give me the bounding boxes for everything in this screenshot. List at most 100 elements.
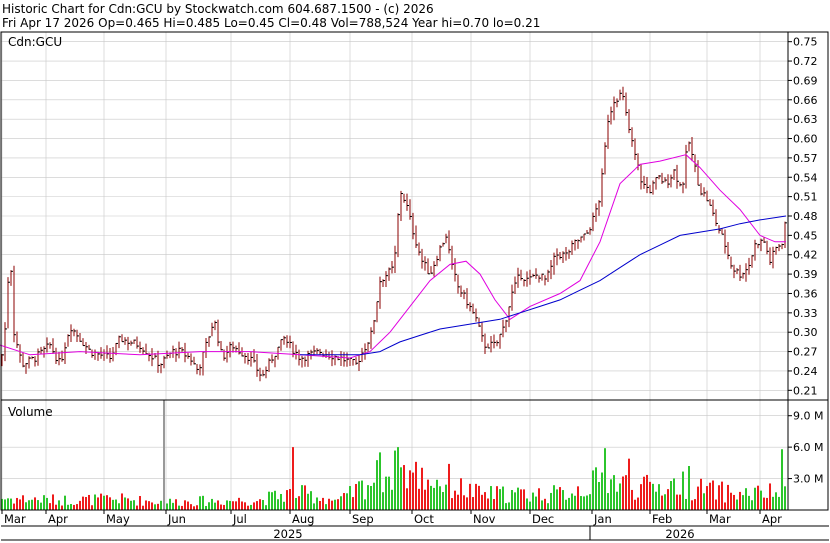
volume-bar [70, 504, 72, 510]
volume-bar [271, 492, 273, 510]
volume-bar [553, 485, 555, 510]
volume-bar [370, 485, 372, 510]
volume-bar [328, 498, 330, 510]
volume-bar [703, 493, 705, 510]
volume-bar [640, 484, 642, 510]
volume-bar [748, 495, 750, 510]
volume-bar [58, 500, 60, 510]
volume-bar [283, 501, 285, 510]
volume-bar [781, 449, 783, 510]
volume-bar [610, 479, 612, 510]
volume-bar [586, 495, 588, 510]
volume-bar [115, 499, 117, 510]
volume-bar [325, 504, 327, 510]
volume-bar [151, 502, 153, 510]
volume-bar [247, 505, 249, 510]
volume-bar [574, 495, 576, 510]
volume-bar [547, 503, 549, 510]
volume-bar [241, 501, 243, 510]
volume-bar [388, 476, 390, 510]
volume-bar [565, 499, 567, 510]
month-axis: Mar Apr May Jun Jul Aug Sep Oct Nov Dec Jan Feb Mar A… [1, 510, 782, 526]
volume-bar [76, 504, 78, 510]
volume-bar [319, 500, 321, 510]
volume-bar [259, 499, 261, 510]
volume-bar [121, 493, 123, 510]
volume-bar [439, 486, 441, 510]
volume-bar [25, 502, 27, 510]
volume-bar [139, 496, 141, 510]
volume-bar [544, 498, 546, 510]
volume-bar [517, 487, 519, 510]
volume-bar [541, 500, 543, 510]
price-tick-label: 0.42 [793, 249, 818, 262]
month-label: Mar [4, 512, 26, 526]
volume-bar [472, 497, 474, 510]
volume-bar [46, 497, 48, 510]
volume-bar [595, 467, 597, 510]
volume-bar [22, 495, 24, 510]
price-tick-label: 0.54 [793, 171, 818, 184]
volume-bar [130, 500, 132, 510]
volume-bar [592, 470, 594, 510]
volume-bar [166, 503, 168, 510]
volume-bar [649, 481, 651, 510]
month-label: Oct [414, 512, 434, 526]
volume-bar [415, 461, 417, 510]
volume-bar [772, 496, 774, 510]
volume-bar [67, 504, 69, 510]
month-label: Jan [593, 512, 612, 526]
volume-bar [223, 504, 225, 510]
volume-bar [601, 472, 603, 510]
volume-bar [52, 494, 54, 510]
volume-bar [634, 499, 636, 510]
volume-bar [724, 502, 726, 510]
volume-tick-label: 6.0 M [793, 441, 823, 454]
volume-bar [583, 496, 585, 510]
volume-bar [568, 497, 570, 510]
volume-bar [226, 500, 228, 510]
volume-bars [1, 400, 786, 510]
volume-bar [448, 463, 450, 510]
moving-average-long-line [300, 215, 787, 356]
volume-bar [529, 501, 531, 510]
volume-bar [502, 486, 504, 510]
volume-bar [532, 492, 534, 510]
volume-bar [496, 486, 498, 510]
volume-bar [652, 483, 654, 510]
volume-bar [196, 505, 198, 510]
price-tick-label: 0.66 [793, 94, 818, 107]
volume-bar [379, 452, 381, 510]
volume-bar [127, 498, 129, 510]
volume-bar [337, 499, 339, 510]
volume-bar [598, 482, 600, 510]
volume-bar [289, 489, 291, 510]
volume-bar [49, 503, 51, 510]
volume-bar [451, 498, 453, 510]
volume-bar [589, 494, 591, 510]
volume-bar [616, 491, 618, 510]
volume-bar [715, 499, 717, 510]
volume-bar [358, 481, 360, 510]
price-tick-label: 0.24 [793, 365, 818, 378]
volume-bar [754, 487, 756, 510]
volume-bar [475, 483, 477, 510]
month-label: Sep [352, 512, 374, 526]
volume-bar [265, 505, 267, 510]
volume-bar [685, 498, 687, 510]
chart-title: Historic Chart for Cdn:GCU by Stockwatch… [2, 2, 434, 16]
volume-bar [334, 499, 336, 510]
volume-bar [436, 479, 438, 510]
volume-bar [706, 486, 708, 510]
volume-bar [613, 475, 615, 510]
volume-bar [376, 460, 378, 510]
volume-bar [94, 494, 96, 510]
volume-bar [55, 504, 57, 510]
volume-bar [487, 498, 489, 510]
volume-bar [478, 485, 480, 510]
volume-bar [262, 499, 264, 510]
volume-bar [373, 482, 375, 510]
volume-bar [238, 497, 240, 510]
volume-bar [136, 505, 138, 510]
volume-bar [28, 500, 30, 510]
